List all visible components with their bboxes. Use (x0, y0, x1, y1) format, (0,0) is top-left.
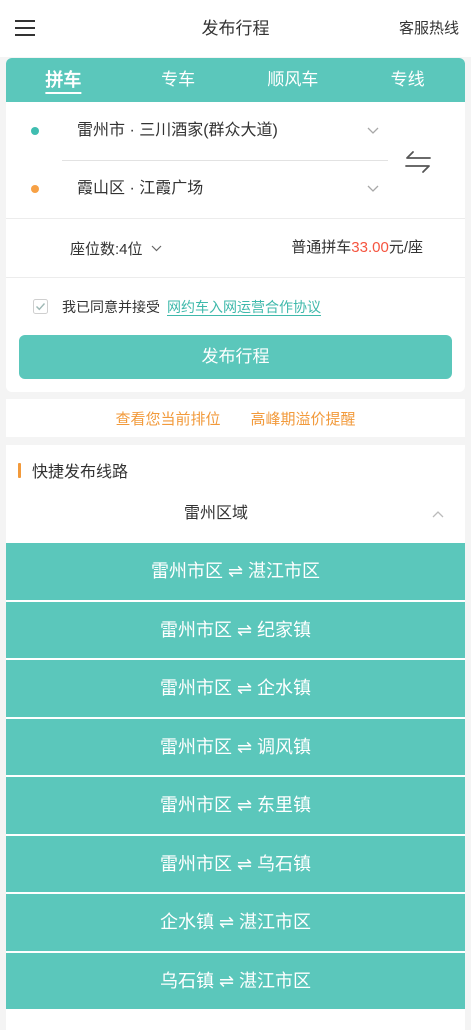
section-title-bar (18, 462, 21, 478)
destination-dot (31, 185, 39, 193)
queue-position-link[interactable]: 查看您当前排位 (115, 408, 220, 429)
customer-service-hotline[interactable]: 客服热线 (399, 0, 459, 57)
price-info: 普通拼车33.00元/座 (291, 219, 423, 277)
quick-route-item[interactable]: 雷州市区 ⇌ 乌石镇 (6, 835, 465, 892)
region-header[interactable]: 雷州区域 (6, 492, 465, 536)
tab-dedicated-line[interactable]: 专线 (350, 58, 465, 102)
seat-selector[interactable]: 座位数:4位 (70, 219, 162, 277)
quick-route-item[interactable]: 企水镇 ⇌ 湛江市区 (6, 894, 465, 951)
chevron-down-icon (151, 245, 161, 251)
price-type: 普通拼车 (291, 239, 352, 256)
service-tabs: 拼车 专车 顺风车 专线 (6, 58, 465, 102)
quick-route-item[interactable]: 雷州市区 ⇌ 纪家镇 (6, 601, 465, 658)
top-bar: 发布行程 客服热线 (0, 0, 471, 57)
tab-private-car[interactable]: 专车 (121, 58, 236, 102)
tab-label: 顺风车 (267, 70, 319, 89)
agreement-link[interactable]: 网约车入网运营合作协议 (167, 299, 321, 315)
tab-carpool[interactable]: 拼车 (6, 58, 121, 102)
tab-label: 专车 (161, 70, 196, 89)
tab-label: 拼车 (45, 70, 82, 90)
origin-address: 雷州市 · 三川酒家(群众大道) (77, 122, 278, 139)
agreement-row: 我已同意并接受 网约车入网运营合作协议 (6, 277, 465, 331)
seat-count-label: 座位数:4位 (70, 240, 143, 258)
agreement-checkbox[interactable] (33, 299, 48, 314)
origin-dot (31, 127, 39, 135)
notice-row: 查看您当前排位 高峰期溢价提醒 (6, 399, 465, 437)
chevron-up-icon (432, 511, 444, 518)
origin-row[interactable]: 雷州市 · 三川酒家(群众大道) (6, 102, 396, 160)
app-screen: 发布行程 客服热线 拼车 专车 顺风车 专线 雷州市 · 三川酒家(群众大道) … (0, 0, 471, 1030)
publish-trip-button[interactable]: 发布行程 (19, 335, 452, 379)
quick-route-item[interactable]: 雷州市区 ⇌ 湛江市区 (6, 543, 465, 600)
price-amount: 33.00 (351, 239, 389, 256)
region-label: 雷州区域 (183, 505, 248, 522)
route-list: 雷州市区 ⇌ 湛江市区 雷州市区 ⇌ 纪家镇 雷州市区 ⇌ 企水镇 雷州市区 ⇌… (6, 543, 465, 1011)
quick-route-item[interactable]: 雷州市区 ⇌ 企水镇 (6, 660, 465, 717)
tab-ride-share[interactable]: 顺风车 (236, 58, 351, 102)
peak-surcharge-link[interactable]: 高峰期溢价提醒 (251, 408, 356, 429)
section-title: 快捷发布线路 (18, 458, 128, 482)
quick-routes-section: 快捷发布线路 雷州区域 雷州市区 ⇌ 湛江市区 雷州市区 ⇌ 纪家镇 雷州市区 … (6, 445, 465, 1030)
tab-label: 专线 (390, 70, 425, 89)
agreement-text: 我已同意并接受 网约车入网运营合作协议 (62, 293, 321, 321)
section-title-text: 快捷发布线路 (32, 464, 129, 481)
trip-card: 拼车 专车 顺风车 专线 雷州市 · 三川酒家(群众大道) 霞山区 · 江霞广场 (6, 58, 465, 392)
swap-icon[interactable] (403, 149, 433, 175)
destination-row[interactable]: 霞山区 · 江霞广场 (6, 160, 396, 218)
seat-price-row: 座位数:4位 普通拼车33.00元/座 (6, 218, 465, 277)
chevron-down-icon (367, 185, 379, 192)
agreement-statement: 我已同意并接受 (62, 299, 160, 315)
quick-route-item[interactable]: 雷州市区 ⇌ 调风镇 (6, 718, 465, 775)
quick-route-item[interactable]: 乌石镇 ⇌ 湛江市区 (6, 952, 465, 1009)
destination-address: 霞山区 · 江霞广场 (77, 180, 204, 197)
price-unit: 元/座 (388, 239, 423, 256)
chevron-down-icon (367, 127, 379, 134)
quick-route-item[interactable]: 雷州市区 ⇌ 东里镇 (6, 777, 465, 834)
